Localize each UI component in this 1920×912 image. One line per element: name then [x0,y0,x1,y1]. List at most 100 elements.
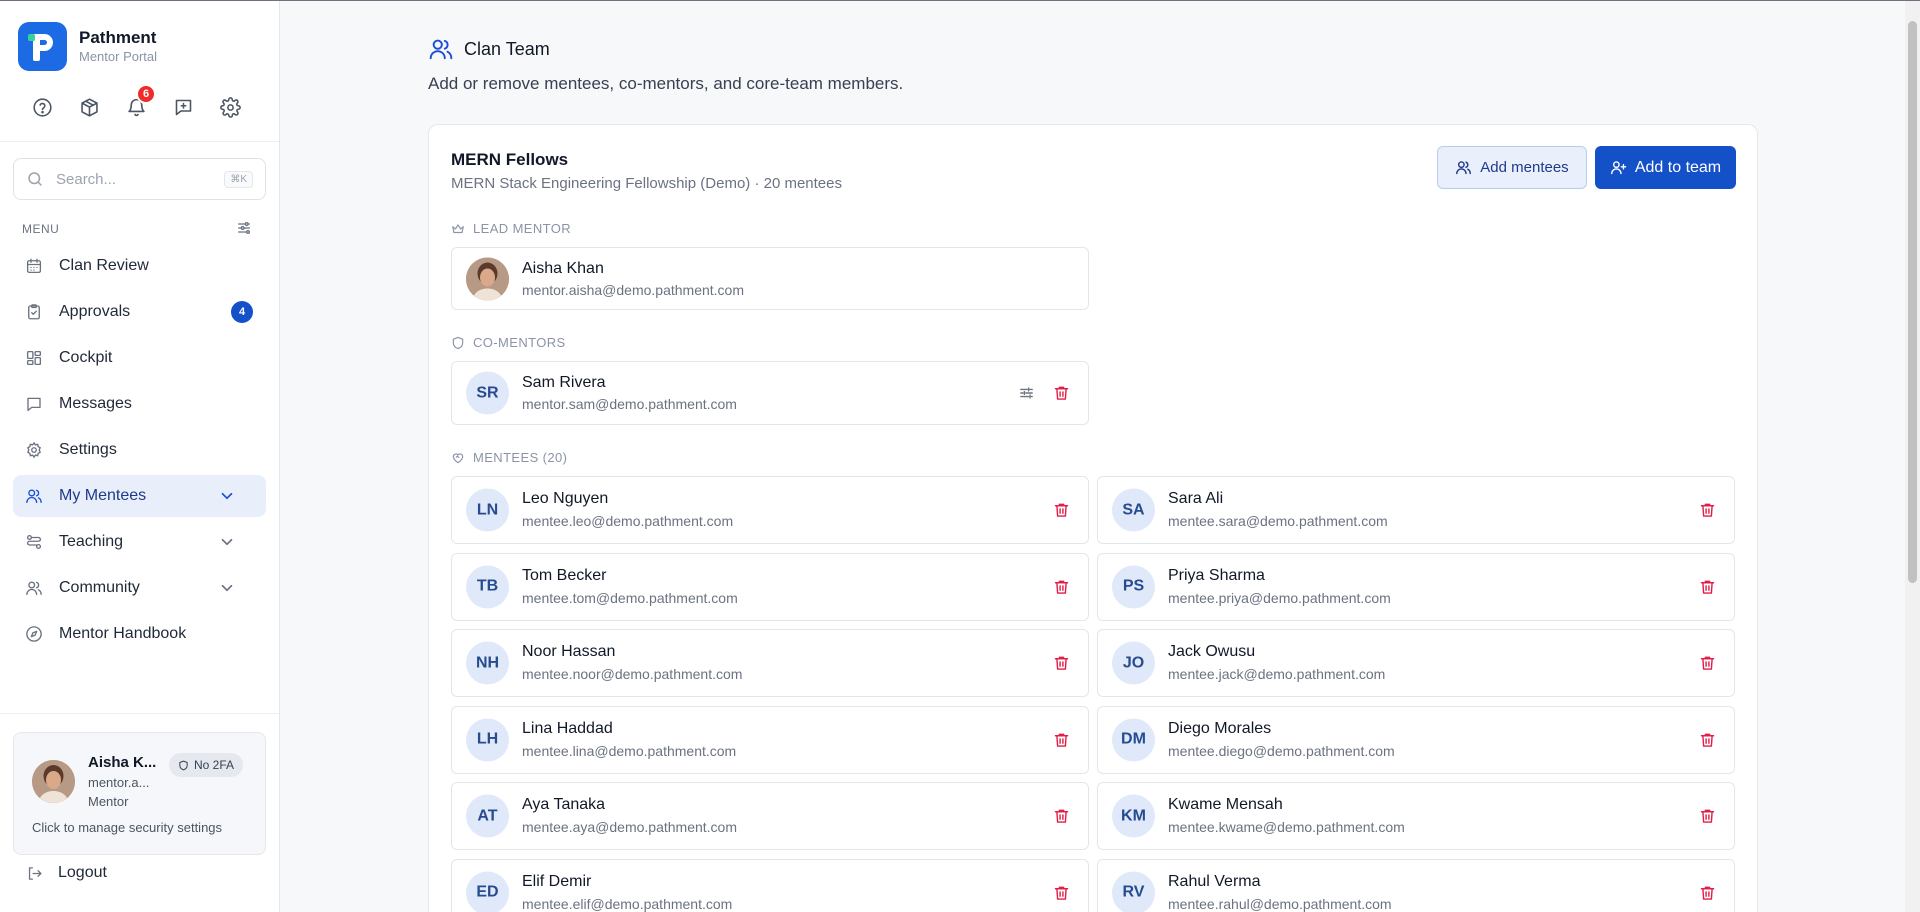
sidebar-item-settings[interactable]: Settings [13,429,266,471]
delete-icon[interactable] [1699,655,1716,672]
member-name: Priya Sharma [1168,566,1265,584]
mentee-row: RV Rahul Verma mentee.rahul@demo.pathment.… [1097,858,1735,912]
avatar: RV [1112,871,1155,912]
member-name: Kwame Mensah [1168,796,1283,813]
sidebar-item-cockpit[interactable]: Cockpit [13,337,266,379]
scrollbar[interactable] [1905,1,1920,912]
mentee-row: DM Diego Morales mentee.diego@demo.pathmen… [1097,705,1735,774]
permissions-settings-icon[interactable] [1018,385,1035,402]
lead-mentor-row: Aisha Khan mentor.aisha@demo.pathment.co… [451,247,1089,310]
sidebar-item-clan-review[interactable]: Clan Review [13,245,266,287]
sidebar-item-label: Clan Review [59,257,149,274]
bell-icon[interactable]: 6 [120,84,156,123]
delete-icon[interactable] [1053,808,1070,825]
user-role: Mentor [88,794,129,809]
sidebar-item-mentor-handbook[interactable]: Mentor Handbook [13,613,266,655]
package-icon[interactable] [73,91,105,123]
member-email: mentee.sara@demo.pathment.com [1168,513,1388,529]
shield-icon [452,336,464,349]
team-card: MERN Fellows MERN Stack Engineering Fell… [428,124,1758,912]
lead-mentor-section-label: LEAD MENTOR [451,221,571,236]
twofa-status-badge: No 2FA [169,753,244,777]
co-mentors-section-label: CO-MENTORS [451,335,566,350]
mentee-row: SA Sara Ali mentee.sara@demo.pathment.com [1097,476,1735,544]
users-icon [26,489,42,504]
co-mentor-row: SR Sam Rivera mentor.sam@demo.pathment.c… [451,361,1089,425]
avatar: SA [1112,488,1155,532]
add-mentees-button[interactable]: Add mentees [1437,146,1587,189]
delete-icon[interactable] [1699,884,1716,901]
delete-icon[interactable] [1053,578,1070,595]
scrollbar-thumb[interactable] [1908,21,1917,583]
member-name: Aya Tanaka [522,796,606,813]
avatar: JO [1112,641,1155,685]
delete-icon[interactable] [1699,731,1716,748]
page-description: Add or remove mentees, co-mentors, and c… [428,74,904,93]
avatar: AT [466,794,509,838]
member-email: mentee.noor@demo.pathment.com [522,666,743,682]
member-email: mentor.aisha@demo.pathment.com [522,282,744,298]
mentee-row: AT Aya Tanaka mentee.aya@demo.pathment.com [451,782,1089,850]
avatar [466,257,509,300]
sidebar-item-community[interactable]: Community [13,567,266,609]
compass-icon [26,626,42,642]
mentee-row: LN Leo Nguyen mentee.leo@demo.pathment.com [451,476,1089,544]
delete-icon[interactable] [1699,502,1716,519]
search-input[interactable]: Search... ⌘K [13,158,266,200]
delete-icon[interactable] [1053,731,1070,748]
member-name: Lina Haddad [522,719,613,737]
mentee-row: JO Jack Owusu mentee.jack@demo.pathment.co… [1097,629,1735,697]
sidebar-item-label: Community [59,579,140,596]
mentee-row: PS Priya Sharma mentee.priya@demo.pathment… [1097,552,1735,621]
delete-icon[interactable] [1053,385,1070,402]
search-placeholder: Search... [56,170,117,188]
user-plus-icon [1610,161,1627,175]
approvals-count-badge: 4 [231,301,253,323]
delete-icon[interactable] [1699,578,1716,595]
member-email: mentee.aya@demo.pathment.com [522,819,737,835]
mentee-row: TB Tom Becker mentee.tom@demo.pathment.com [451,552,1089,621]
sidebar-item-label: Messages [59,395,132,412]
brand-name: Pathment [79,27,157,47]
menu-settings-icon[interactable] [236,220,252,236]
mentee-row: NH Noor Hassan mentee.noor@demo.pathment.c… [451,629,1089,697]
delete-icon[interactable] [1053,655,1070,672]
member-name: Aisha Khan [522,260,604,277]
member-name: Noor Hassan [522,643,616,660]
sidebar-item-my-mentees[interactable]: My Mentees [13,475,266,517]
chevron-down-icon [221,584,233,592]
avatar: TB [466,565,509,608]
sidebar-item-messages[interactable]: Messages [13,383,266,425]
sidebar-divider [0,141,279,142]
feedback-icon[interactable] [167,91,199,123]
team-name: MERN Fellows [451,150,569,169]
toolbar-icons: 6 [26,84,261,123]
help-icon[interactable] [26,91,58,123]
logout-button[interactable]: Logout [26,864,107,882]
window-top-border [0,0,1920,1]
avatar: DM [1112,718,1155,761]
delete-icon[interactable] [1053,884,1070,901]
brand[interactable]: Pathment Mentor Portal [18,22,157,71]
sidebar-item-approvals[interactable]: Approvals 4 [13,291,266,333]
member-name: Sam Rivera [522,374,606,391]
sidebar-nav: Clan Review Approvals 4 Cockpit Messages… [13,245,266,659]
gear-icon[interactable] [214,91,246,123]
message-icon [27,397,41,412]
chevron-down-icon [221,492,233,500]
pathment-logo [18,22,67,71]
delete-icon[interactable] [1699,808,1716,825]
calendar-icon [26,258,42,274]
mentee-row: ED Elif Demir mentee.elif@demo.pathment.co… [451,858,1089,912]
add-to-team-button[interactable]: Add to team [1595,146,1736,189]
sidebar-item-label: My Mentees [59,487,147,504]
user-card[interactable]: Aisha K... No 2FA mentor.a... Mentor Cli… [13,732,266,855]
sidebar-item-teaching[interactable]: Teaching [13,521,266,563]
team-subtitle: MERN Stack Engineering Fellowship (Demo)… [451,175,842,192]
user-name: Aisha K... [88,754,157,771]
page-title-text: Clan Team [464,38,550,59]
delete-icon[interactable] [1053,502,1070,519]
notification-count-badge: 6 [136,84,156,104]
logout-icon [28,866,42,880]
member-name: Leo Nguyen [522,490,609,507]
